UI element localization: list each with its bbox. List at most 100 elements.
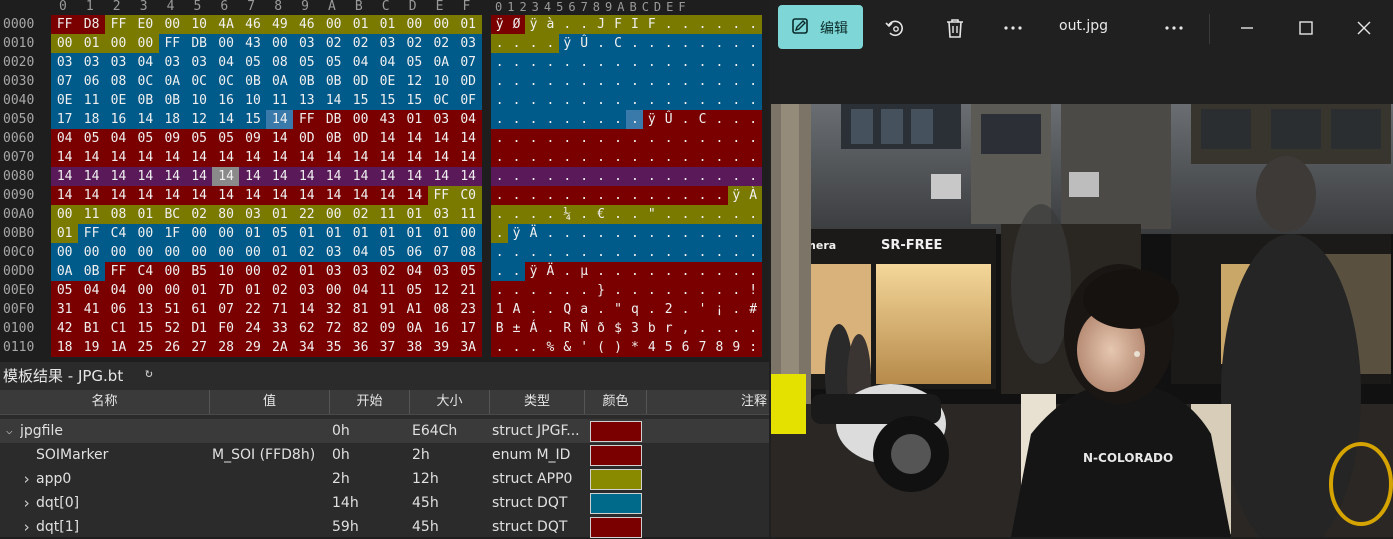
hex-row[interactable]: 04 05 04 05 09 05 05 09 14 0D 0B 0D 14 14 14 14 [51,129,482,148]
ascii-char[interactable]: . [643,34,661,53]
ascii-char[interactable]: . [592,243,610,262]
hex-byte[interactable]: 04 [373,53,402,72]
ascii-char[interactable]: . [558,53,576,72]
hex-byte[interactable]: 14 [346,186,375,205]
hex-byte[interactable]: 16 [104,110,133,129]
ascii-char[interactable]: . [524,300,543,319]
ascii-char[interactable]: . [575,205,593,224]
template-row[interactable]: › dqt[1] 59h 45h struct DQT [0,515,769,539]
hex-byte[interactable]: 06 [104,300,133,319]
hex-byte[interactable]: 00 [131,243,160,262]
ascii-char[interactable]: ð [592,319,610,338]
hex-byte[interactable]: 14 [266,110,294,129]
hex-byte[interactable]: 16 [212,91,240,110]
ascii-row[interactable]: ................ [491,243,765,262]
hex-byte[interactable]: 62 [293,319,321,338]
hex-byte[interactable]: 14 [212,186,240,205]
ascii-char[interactable]: . [710,262,729,281]
ascii-char[interactable]: . [676,167,695,186]
ascii-char[interactable]: . [693,91,712,110]
ascii-char[interactable]: . [727,281,745,300]
ascii-char[interactable]: . [676,72,695,91]
hex-byte[interactable]: 14 [131,167,160,186]
ascii-char[interactable]: . [558,72,576,91]
hex-byte[interactable]: E0 [131,15,160,34]
ascii-char[interactable]: . [626,34,644,53]
hex-byte[interactable]: 03 [77,53,106,72]
hex-byte[interactable]: 07 [427,243,455,262]
ascii-char[interactable]: . [609,167,627,186]
ascii-char[interactable]: q [626,300,644,319]
ascii-char[interactable]: ÿ [491,15,509,34]
hex-byte[interactable]: 03 [373,34,402,53]
ascii-char[interactable]: . [524,205,543,224]
ascii-char[interactable]: . [575,167,593,186]
ascii-char[interactable]: ÿ [643,110,661,129]
hex-byte[interactable]: 04 [346,53,375,72]
ascii-char[interactable]: . [491,262,509,281]
hex-byte[interactable]: 37 [373,338,402,357]
ascii-char[interactable]: . [643,167,661,186]
ascii-char[interactable]: . [643,262,661,281]
hex-byte[interactable]: 05 [400,53,429,72]
hex-byte[interactable]: C0 [454,186,482,205]
hex-byte[interactable]: 14 [185,186,213,205]
hex-byte[interactable]: 80 [212,205,240,224]
ascii-char[interactable]: . [609,72,627,91]
hex-byte[interactable]: 14 [185,167,213,186]
hex-byte[interactable]: 11 [454,205,482,224]
hex-byte[interactable]: 00 [51,34,79,53]
ascii-char[interactable]: . [575,186,593,205]
ascii-char[interactable]: $ [609,319,627,338]
hex-byte[interactable]: B1 [77,319,106,338]
hex-byte[interactable]: F0 [212,319,240,338]
ascii-char[interactable]: . [744,205,762,224]
ascii-char[interactable]: . [524,110,543,129]
hex-byte[interactable]: 05 [373,243,402,262]
hex-byte[interactable]: 35 [320,338,348,357]
hex-byte[interactable]: 14 [158,148,186,167]
ascii-char[interactable]: . [710,167,729,186]
ascii-char[interactable]: . [592,262,610,281]
hex-byte[interactable]: 0C [185,72,213,91]
ascii-char[interactable]: . [693,129,712,148]
hex-byte[interactable]: 05 [266,224,294,243]
ascii-char[interactable]: . [676,91,695,110]
hex-byte[interactable]: 14 [77,148,106,167]
ascii-char[interactable]: ± [507,319,526,338]
hex-byte[interactable]: 00 [131,224,160,243]
ascii-char[interactable]: . [727,34,745,53]
ascii-char[interactable]: . [660,224,678,243]
ascii-char[interactable]: b [643,319,661,338]
hex-byte[interactable]: 14 [212,148,240,167]
hex-byte[interactable]: 14 [266,148,294,167]
ascii-char[interactable]: . [660,34,678,53]
hex-byte[interactable]: 00 [320,205,348,224]
ascii-row[interactable]: B ± Á. R Ñð $3 b r,.... [491,319,765,338]
ascii-char[interactable]: . [643,224,661,243]
ascii-char[interactable]: . [558,129,576,148]
ascii-char[interactable]: . [727,224,745,243]
ascii-char[interactable]: . [491,91,509,110]
hex-byte[interactable]: 05 [51,281,79,300]
hex-row[interactable]: 00 00 00 00 00 00 00 00 01 02 03 04 05 06 07 08 [51,243,482,262]
hex-byte[interactable]: 14 [104,148,133,167]
hex-byte[interactable]: 14 [185,148,213,167]
ascii-char[interactable]: F [609,15,627,34]
hex-byte[interactable]: 46 [239,15,267,34]
ascii-row[interactable]: ÿØÿà..JFIF...... [491,15,765,34]
ascii-char[interactable]: Ä [524,224,543,243]
ascii-char[interactable]: . [676,281,695,300]
column-header-name[interactable]: 名称 [0,390,210,414]
template-row[interactable]: ⌵ jpgfile 0h E64Ch struct JPGF... [0,419,769,443]
hex-byte[interactable]: 05 [131,129,160,148]
hex-byte[interactable]: 00 [239,243,267,262]
ascii-char[interactable]: 9 [727,338,745,357]
hex-byte[interactable]: FF [158,34,186,53]
hex-byte[interactable]: 05 [454,262,482,281]
hex-byte[interactable]: 02 [373,262,402,281]
ascii-char[interactable]: } [592,281,610,300]
hex-byte[interactable]: D8 [77,15,106,34]
hex-byte[interactable]: 27 [185,338,213,357]
ascii-char[interactable]: . [507,53,526,72]
